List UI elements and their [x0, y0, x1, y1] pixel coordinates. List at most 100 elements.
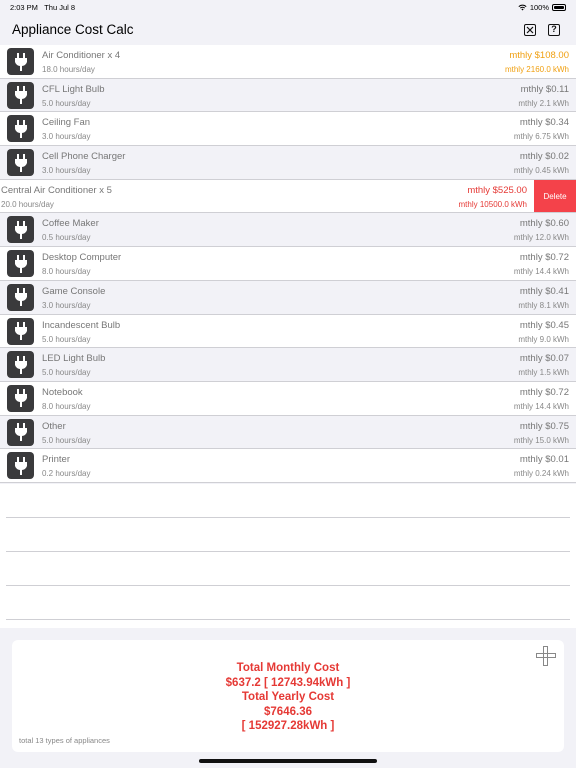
appliance-name: Other: [42, 420, 66, 432]
list-separator: [6, 551, 570, 552]
list-separator: [6, 585, 570, 586]
appliance-hours: 3.0 hours/day: [42, 166, 91, 176]
appliance-hours: 0.2 hours/day: [42, 469, 91, 479]
battery-icon: [552, 4, 566, 11]
empty-list-area: [0, 484, 576, 628]
appliance-icon: [7, 317, 34, 345]
appliance-hours: 20.0 hours/day: [1, 199, 54, 209]
appliance-monthly-kwh: mthly 8.1 kWh: [518, 300, 569, 310]
appliance-row[interactable]: Ceiling Fan 3.0 hours/day mthly $0.34 mthly…: [0, 112, 576, 147]
plug-icon: [14, 288, 27, 307]
appliance-icon: [7, 149, 34, 177]
appliance-icon: [7, 384, 34, 412]
appliance-row[interactable]: CFL Light Bulb 5.0 hours/day mthly $0.11 mt…: [0, 78, 576, 113]
status-right: 100%: [518, 3, 566, 12]
totals-card: Total Monthly Cost $637.2 [ 12743.94kWh …: [12, 640, 564, 752]
delete-button[interactable]: Delete: [534, 179, 576, 213]
appliance-icon: [7, 216, 34, 244]
appliance-hours: 3.0 hours/day: [42, 300, 91, 310]
appliance-monthly-kwh: mthly 6.75 kWh: [513, 132, 569, 142]
appliance-icon: [7, 351, 34, 379]
plug-icon: [14, 355, 27, 374]
appliance-row[interactable]: Notebook 8.0 hours/day mthly $0.72 mthly 14…: [0, 381, 576, 416]
appliance-monthly-kwh: mthly 15.0 kWh: [513, 435, 569, 445]
appliance-row[interactable]: Desktop Computer 8.0 hours/day mthly $0.72…: [0, 247, 576, 281]
plug-icon: [14, 254, 27, 273]
appliance-monthly-kwh: mthly 1.5 kWh: [518, 368, 569, 378]
plug-icon: [14, 322, 27, 340]
appliance-hours: 8.0 hours/day: [42, 401, 91, 411]
appliance-hours: 5.0 hours/day: [42, 334, 91, 344]
appliance-monthly-cost: mthly $525.00: [467, 184, 527, 196]
appliance-monthly-kwh: mthly 0.45 kWh: [513, 166, 569, 176]
appliance-row[interactable]: Other 5.0 hours/day mthly $0.75 mthly 15.0 …: [0, 415, 576, 450]
appliance-icon: [7, 250, 34, 278]
page-title: Appliance Cost Calc: [12, 22, 134, 37]
appliance-hours: 5.0 hours/day: [42, 98, 91, 108]
appliance-name: Desktop Computer: [42, 252, 122, 264]
appliance-monthly-kwh: mthly 0.24 kWh: [513, 469, 569, 479]
appliance-row[interactable]: Incandescent Bulb 5.0 hours/day mthly $0.4…: [0, 314, 576, 349]
appliance-icon: [7, 418, 34, 446]
help-button[interactable]: ?: [548, 24, 560, 36]
appliance-monthly-kwh: mthly 2.1 kWh: [518, 98, 569, 108]
appliance-row[interactable]: Coffee Maker 0.5 hours/day mthly $0.60 mthl…: [0, 213, 576, 248]
appliance-icon: [7, 452, 34, 480]
appliance-row[interactable]: Air Conditioner x 4 18.0 hours/day mthly $…: [0, 45, 576, 79]
appliance-name: Incandescent Bulb: [42, 319, 121, 331]
list-separator: [6, 619, 570, 620]
plug-icon: [14, 86, 27, 105]
status-time: 2:03 PM Thu Jul 8: [10, 3, 76, 12]
appliance-row[interactable]: LED Light Bulb 5.0 hours/day mthly $0.07 mt…: [0, 348, 576, 382]
appliance-name: Game Console: [42, 285, 106, 297]
total-yearly-cost: $7646.36: [264, 705, 312, 718]
plug-icon: [14, 52, 27, 71]
appliance-monthly-cost: mthly $0.41: [519, 285, 569, 297]
appliance-name: Printer: [42, 454, 70, 466]
appliance-monthly-kwh: mthly 12.0 kWh: [513, 233, 569, 243]
appliance-count: total 13 types of appliances: [19, 736, 110, 745]
total-monthly-value: $637.2 [ 12743.94kWh ]: [225, 676, 351, 689]
appliance-monthly-cost: mthly $0.11: [520, 83, 569, 95]
plug-icon: [14, 220, 27, 239]
total-yearly-kwh: [ 152927.28kWh ]: [241, 720, 335, 732]
appliance-hours: 3.0 hours/day: [42, 132, 91, 142]
appliance-monthly-kwh: mthly 14.4 kWh: [513, 267, 569, 277]
appliance-name: Ceiling Fan: [42, 117, 91, 129]
appliance-monthly-kwh: mthly 14.4 kWh: [513, 401, 569, 411]
appliance-list: Air Conditioner x 4 18.0 hours/day mthly $…: [0, 45, 576, 483]
home-indicator[interactable]: [199, 759, 377, 763]
appliance-name: Air Conditioner x 4: [42, 50, 121, 61]
plug-icon: [14, 456, 27, 475]
appliance-icon: [7, 81, 34, 109]
total-monthly-label: Total Monthly Cost: [236, 662, 340, 674]
appliance-name: CFL Light Bulb: [42, 83, 105, 95]
appliance-icon: [7, 48, 34, 75]
appliance-monthly-cost: mthly $0.45: [519, 319, 569, 331]
appliance-hours: 0.5 hours/day: [42, 233, 91, 243]
appliance-monthly-cost: mthly $0.72: [519, 252, 569, 264]
close-button[interactable]: [524, 24, 536, 36]
plug-icon: [14, 389, 27, 408]
totals-summary: Total Monthly Cost $637.2 [ 12743.94kWh …: [12, 661, 564, 734]
list-separator: [6, 517, 570, 518]
appliance-monthly-cost: mthly $0.02: [519, 151, 569, 163]
appliance-monthly-cost: mthly $0.60: [519, 218, 569, 230]
appliance-row[interactable]: Game Console 3.0 hours/day mthly $0.41 mthl…: [0, 280, 576, 315]
total-yearly-label: Total Yearly Cost: [241, 691, 335, 703]
appliance-monthly-cost: mthly $0.01: [519, 454, 569, 466]
appliance-icon: [7, 283, 34, 311]
appliance-monthly-cost: mthly $0.75: [519, 420, 569, 432]
appliance-monthly-cost: mthly $108.00: [509, 50, 569, 61]
appliance-hours: 5.0 hours/day: [42, 368, 91, 378]
appliance-row[interactable]: Cell Phone Charger 3.0 hours/day mthly $0.…: [0, 146, 576, 180]
plug-icon: [14, 119, 27, 138]
appliance-name: Central Air Conditioner x 5: [1, 184, 112, 196]
x-square-icon: [526, 26, 534, 34]
plug-icon: [14, 423, 27, 442]
appliance-row[interactable]: Central Air Conditioner x 5 20.0 hours/da…: [0, 179, 576, 214]
appliance-row[interactable]: Printer 0.2 hours/day mthly $0.01 mthly 0.2…: [0, 449, 576, 483]
status-bar: 2:03 PM Thu Jul 8 100%: [0, 0, 576, 16]
battery-percent: 100%: [529, 3, 549, 12]
wifi-icon: [518, 4, 527, 11]
